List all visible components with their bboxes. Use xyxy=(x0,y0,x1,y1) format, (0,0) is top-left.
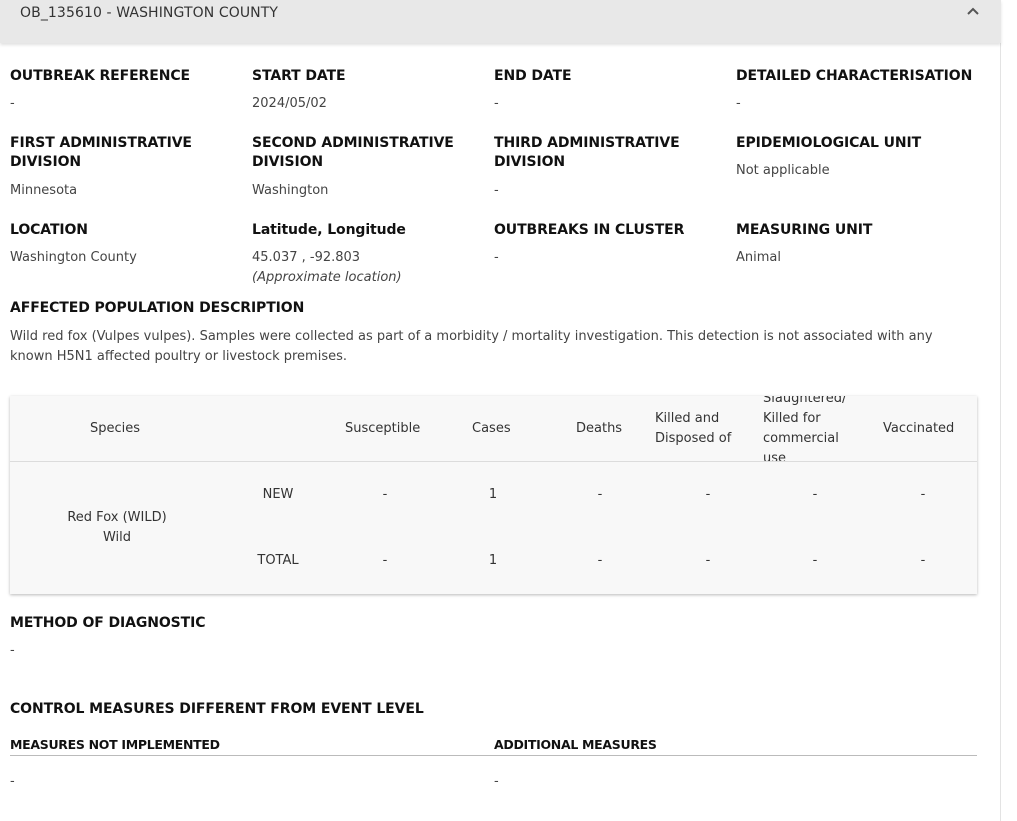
outbreaks-in-cluster-label: OUTBREAKS IN CLUSTER xyxy=(494,222,685,238)
method-of-diagnostic-value: - xyxy=(10,643,15,658)
affected-population-text: Wild red fox (Vulpes vulpes). Samples we… xyxy=(10,329,933,364)
location-value: Washington County xyxy=(10,250,137,265)
header-vaccinated: Vaccinated xyxy=(883,421,955,436)
additional-measures-value: - xyxy=(494,774,499,789)
method-of-diagnostic-label: METHOD OF DIAGNOSTIC xyxy=(10,615,206,631)
first-admin-division-label-line1: FIRST ADMINISTRATIVE xyxy=(10,135,192,151)
measuring-unit-value: Animal xyxy=(736,250,781,265)
measures-not-implemented-divider xyxy=(10,755,494,756)
outbreak-reference-label: OUTBREAK REFERENCE xyxy=(10,68,190,84)
second-admin-division-value: Washington xyxy=(252,183,329,198)
additional-measures-divider xyxy=(494,755,977,756)
lat-long-label: Latitude, Longitude xyxy=(252,222,406,238)
new-deaths: - xyxy=(597,487,603,502)
second-admin-division-label-line1: SECOND ADMINISTRATIVE xyxy=(252,135,454,151)
additional-measures-label: ADDITIONAL MEASURES xyxy=(494,737,657,752)
first-admin-division-label-line2: DIVISION xyxy=(10,154,81,170)
approximate-location-note: (Approximate location) xyxy=(252,270,402,285)
species-cell: Red Fox (WILD) Wild xyxy=(10,508,224,548)
second-admin-division-label: SECOND ADMINISTRATIVE DIVISION xyxy=(252,134,454,172)
new-cases: 1 xyxy=(488,487,498,502)
measures-not-implemented-label: MEASURES NOT IMPLEMENTED xyxy=(10,737,220,752)
header-killed-line2: Disposed of xyxy=(655,431,732,446)
end-date-value: - xyxy=(494,96,499,111)
row-type-total: TOTAL xyxy=(257,553,299,568)
measuring-unit-label: MEASURING UNIT xyxy=(736,222,873,238)
new-killed: - xyxy=(705,487,711,502)
first-admin-division-label: FIRST ADMINISTRATIVE DIVISION xyxy=(10,134,192,172)
third-admin-division-label: THIRD ADMINISTRATIVE DIVISION xyxy=(494,134,680,172)
chevron-up-icon[interactable] xyxy=(966,5,980,17)
new-slaughtered: - xyxy=(812,487,818,502)
table-header-divider xyxy=(10,461,977,462)
detailed-characterisation-value: - xyxy=(736,96,741,111)
outbreak-title: OB_135610 - WASHINGTON COUNTY xyxy=(20,5,279,21)
third-admin-division-value: - xyxy=(494,183,499,198)
end-date-label: END DATE xyxy=(494,68,572,84)
second-admin-division-label-line2: DIVISION xyxy=(252,154,323,170)
header-slaughtered-line4: use xyxy=(763,451,787,466)
third-admin-division-label-line2: DIVISION xyxy=(494,154,565,170)
epidemiological-unit-label: EPIDEMIOLOGICAL UNIT xyxy=(736,135,922,151)
header-cases: Cases xyxy=(472,421,511,436)
header-slaughtered-line3: commercial xyxy=(763,431,839,446)
start-date-label: START DATE xyxy=(252,68,346,84)
total-susceptible: - xyxy=(382,553,388,568)
total-deaths: - xyxy=(597,553,603,568)
header-slaughtered-line1: Slaughtered/ xyxy=(763,396,847,406)
total-slaughtered: - xyxy=(812,553,818,568)
header-slaughtered-line2: Killed for xyxy=(763,411,821,426)
species-category: Wild xyxy=(102,530,132,545)
species-table: Species Susceptible Cases Deaths Killed … xyxy=(10,396,977,594)
outbreak-reference-value: - xyxy=(10,96,15,111)
header-deaths: Deaths xyxy=(576,421,623,436)
row-type-new: NEW xyxy=(262,487,294,502)
third-admin-division-label-line1: THIRD ADMINISTRATIVE xyxy=(494,135,680,151)
outbreak-panel: OB_135610 - WASHINGTON COUNTY OUTBREAK R… xyxy=(0,0,1001,821)
header-killed-disposed: Killed and Disposed of xyxy=(655,409,731,449)
header-killed-line1: Killed and xyxy=(655,411,720,426)
header-species: Species xyxy=(90,421,141,436)
outbreaks-in-cluster-value: - xyxy=(494,250,499,265)
total-cases: 1 xyxy=(488,553,498,568)
affected-population-label: AFFECTED POPULATION DESCRIPTION xyxy=(10,300,305,316)
outbreak-panel-header[interactable]: OB_135610 - WASHINGTON COUNTY xyxy=(0,0,1001,43)
measures-not-implemented-value: - xyxy=(10,774,15,789)
new-vaccinated: - xyxy=(920,487,926,502)
new-susceptible: - xyxy=(382,487,388,502)
control-measures-label: CONTROL MEASURES DIFFERENT FROM EVENT LE… xyxy=(10,701,424,717)
location-label: LOCATION xyxy=(10,222,88,238)
lat-long-value: 45.037 , -92.803 xyxy=(252,250,361,265)
species-name: Red Fox (WILD) xyxy=(67,510,167,525)
header-susceptible: Susceptible xyxy=(345,421,421,436)
total-killed: - xyxy=(705,553,711,568)
first-admin-division-value: Minnesota xyxy=(10,183,78,198)
header-slaughtered: Slaughtered/ Killed for commercial use xyxy=(763,396,846,469)
epidemiological-unit-value: Not applicable xyxy=(736,163,830,178)
start-date-value: 2024/05/02 xyxy=(252,96,327,111)
detailed-characterisation-label: DETAILED CHARACTERISATION xyxy=(736,68,973,84)
total-vaccinated: - xyxy=(920,553,926,568)
